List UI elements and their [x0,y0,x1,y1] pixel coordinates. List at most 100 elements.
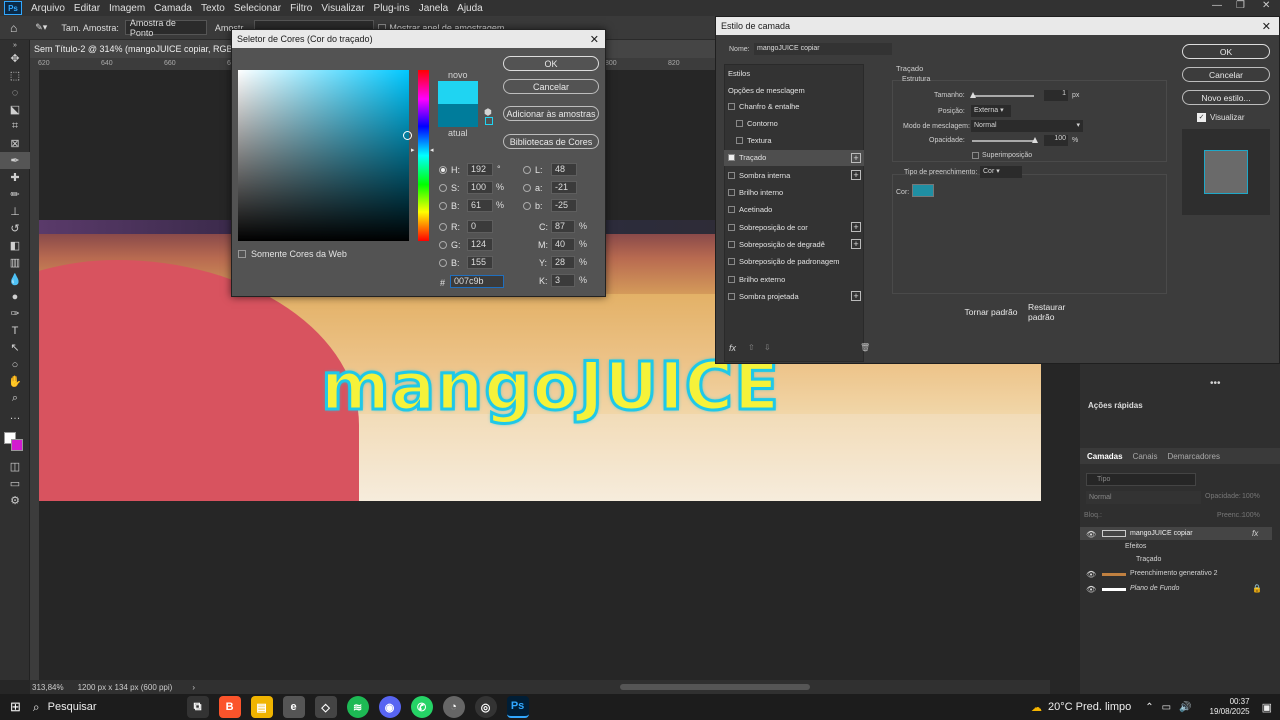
c-field[interactable]: 87 [551,220,575,233]
style-item[interactable]: Sobreposição de degradê [724,236,864,252]
minimize-icon[interactable]: — [1212,0,1222,11]
layer-name[interactable]: Preenchimento generativo 2 [1130,570,1218,577]
style-item[interactable]: Contorno [724,115,864,131]
tab-paths[interactable]: Demarcadores [1167,452,1219,461]
style-item-checkbox[interactable] [728,240,735,248]
layer-effects-label[interactable]: Efeitos [1125,543,1146,550]
l-radio[interactable] [523,166,531,174]
r-radio[interactable] [439,223,447,231]
hand-tool-icon[interactable]: ✋ [0,373,30,390]
k-field[interactable]: 3 [551,274,575,287]
fx-menu-icon[interactable]: fx [729,343,736,353]
stroke-color-swatch[interactable] [912,184,934,197]
menu-filtro[interactable]: Filtro [290,3,312,14]
a-field[interactable]: -21 [551,181,577,194]
opacity-slider[interactable] [972,140,1034,142]
style-item-checkbox[interactable] [736,119,743,127]
quick-mask-icon[interactable]: ◫ [0,458,30,475]
h-field[interactable]: 192 [467,163,493,176]
style-item[interactable]: Brilho interno [724,185,864,201]
gradient-tool-icon[interactable]: ▥ [0,254,30,271]
style-item[interactable]: Brilho externo [724,271,864,287]
sample-size-select[interactable]: Amostra de Ponto [124,18,207,38]
eye-icon[interactable]: 👁 [1086,585,1096,594]
layer-search-input[interactable]: Tipo [1086,473,1196,486]
blur-tool-icon[interactable]: 💧 [0,271,30,288]
style-item[interactable]: Sobreposição de padronagem [724,254,864,270]
add-effect-icon[interactable]: + [851,291,861,302]
fill-value[interactable]: 100% [1242,512,1260,519]
s-field[interactable]: 100 [467,181,493,194]
lab-b-field[interactable]: -25 [551,199,577,212]
tab-layers[interactable]: Camadas [1087,452,1123,461]
web-colors-only-checkbox[interactable] [238,250,246,258]
blend-options-item[interactable]: Opções de mesclagem [728,86,805,95]
close-icon[interactable]: ✕ [1262,20,1271,33]
layer-opacity-value[interactable]: 100% [1242,493,1260,500]
ok-button[interactable]: OK [503,56,599,71]
current-color-swatch[interactable] [438,104,478,127]
menu-selecionar[interactable]: Selecionar [234,3,281,14]
new-style-button[interactable]: Novo estilo... [1182,90,1270,105]
r-field[interactable]: 0 [467,220,493,233]
color-libraries-button[interactable]: Bibliotecas de Cores [503,134,599,149]
add-effect-icon[interactable]: + [851,222,861,233]
menu-camada[interactable]: Camada [154,3,192,14]
g-radio[interactable] [439,241,447,249]
move-up-icon[interactable]: ⇧ [748,343,755,352]
photoshop-taskbar-icon[interactable]: Ps [506,696,529,718]
pen-tool-icon[interactable]: ✑ [0,305,30,322]
style-item-checkbox[interactable] [728,206,735,214]
shape-tool-icon[interactable]: ○ [0,356,30,373]
add-effect-icon[interactable]: + [851,152,861,163]
hue-slider-left-arrow[interactable]: ▸ [411,146,415,154]
obs-icon[interactable]: ◎ [474,696,497,718]
hue-slider[interactable] [418,70,429,241]
style-item-checkbox[interactable] [728,223,735,231]
layer-name[interactable]: mangoJUICE copiar [1130,530,1193,537]
blend-mode-select[interactable]: Normal ▾ [971,120,1083,132]
web-safe-icon[interactable] [485,117,493,125]
style-item-checkbox[interactable] [736,137,743,145]
a-radio[interactable] [523,184,531,192]
delete-icon[interactable]: 🗑 [860,343,870,352]
position-select[interactable]: Externa ▾ [971,105,1011,117]
b-field[interactable]: 61 [467,199,493,212]
add-effect-icon[interactable]: + [851,170,861,181]
path-select-icon[interactable]: ↖ [0,339,30,356]
saturation-brightness-field[interactable] [238,70,412,241]
size-slider-thumb[interactable] [970,92,976,98]
app-icon[interactable]: ◔ [442,696,465,718]
m-field[interactable]: 40 [551,238,575,251]
more-tools-icon[interactable]: … [0,407,30,424]
blue-field[interactable]: 155 [467,256,493,269]
frame-tool-icon[interactable]: ⊠ [0,135,30,152]
edge-icon[interactable]: e [282,696,305,718]
close-icon[interactable]: ✕ [590,33,599,46]
layer-name[interactable]: Plano de Fundo [1130,585,1179,592]
discord-icon[interactable]: ◉ [378,696,401,718]
crop-tool-icon[interactable]: ⌗ [0,118,30,135]
style-item[interactable]: Sombra interna [724,167,864,183]
menu-arquivo[interactable]: Arquivo [31,3,65,14]
tab-channels[interactable]: Canais [1133,452,1158,461]
speaker-icon[interactable]: 🔊 [1179,702,1191,713]
notification-icon[interactable]: ▣ [1262,701,1272,714]
h-radio[interactable] [439,166,447,174]
network-icon[interactable]: ▭ [1162,702,1171,713]
windows-start-icon[interactable]: ⊞ [10,699,21,715]
color-marker[interactable] [403,131,412,140]
eraser-tool-icon[interactable]: ◧ [0,237,30,254]
background-color[interactable] [11,439,23,451]
style-item[interactable]: Acetinado [724,202,864,218]
hex-field[interactable]: 007c9b [450,275,504,288]
move-tool-icon[interactable]: ✥ [0,50,30,67]
cancel-button[interactable]: Cancelar [503,79,599,94]
layer-name-field[interactable]: mangoJUICE copiar [754,43,892,55]
overprint-checkbox[interactable] [972,152,979,159]
preview-checkbox[interactable]: ✓ [1197,113,1206,122]
taskbar-search[interactable]: ⌕ Pesquisar [33,700,97,715]
capcut-icon[interactable]: ◇ [314,696,337,718]
whatsapp-icon[interactable]: ✆ [410,696,433,718]
blue-radio[interactable] [439,259,447,267]
